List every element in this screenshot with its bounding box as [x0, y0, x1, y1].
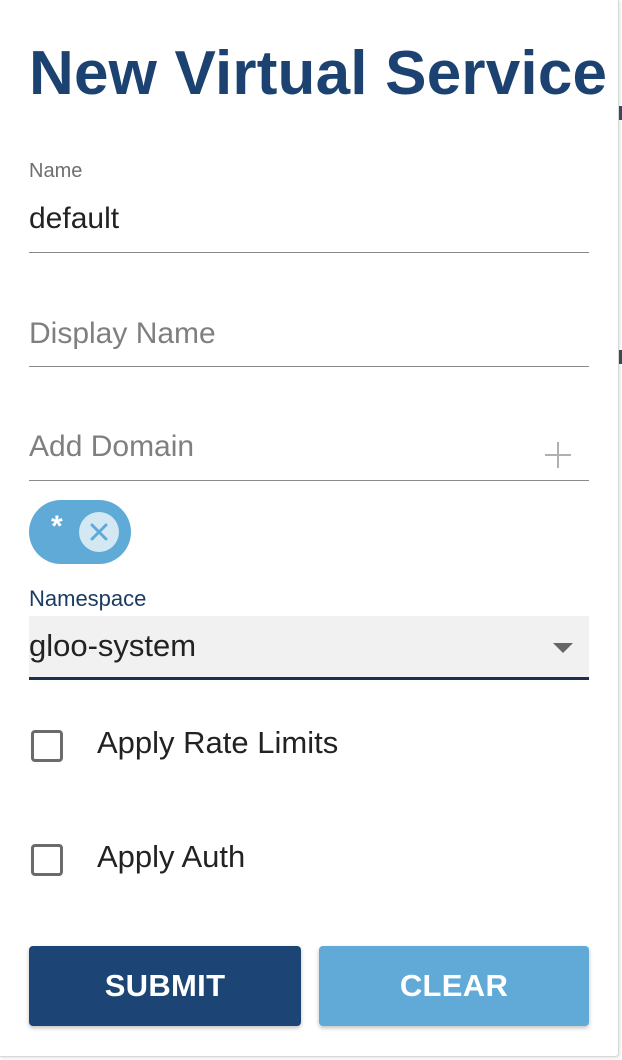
domain-chip: * [29, 500, 131, 564]
name-label: Name [29, 160, 83, 182]
domain-chip-label: * [51, 510, 63, 543]
apply-rate-limits-checkbox[interactable] [31, 730, 63, 762]
namespace-select[interactable]: gloo-system [29, 616, 589, 680]
apply-rate-limits-label: Apply Rate Limits [97, 725, 339, 760]
namespace-selected-value: gloo-system [29, 628, 197, 663]
apply-auth-label: Apply Auth [97, 839, 246, 874]
apply-auth-checkbox[interactable] [31, 844, 63, 876]
clear-button[interactable]: CLEAR [319, 946, 589, 1026]
add-domain-underline [29, 480, 589, 481]
add-domain-input[interactable]: Add Domain [29, 430, 194, 464]
namespace-label: Namespace [29, 586, 147, 611]
caret-down-icon [553, 643, 573, 653]
add-domain-field[interactable]: Add Domain [29, 428, 589, 484]
display-name-underline [29, 366, 589, 367]
close-icon[interactable] [79, 512, 119, 552]
page-title: New Virtual Service [29, 39, 608, 108]
apply-rate-limits-row[interactable]: Apply Rate Limits [30, 725, 530, 768]
display-name-field[interactable]: Display Name [29, 315, 589, 370]
submit-button[interactable]: SUBMIT [29, 946, 301, 1026]
apply-auth-row[interactable]: Apply Auth [30, 839, 530, 882]
plus-icon[interactable] [545, 442, 571, 468]
name-field[interactable]: Name default [29, 160, 589, 255]
display-name-input[interactable]: Display Name [29, 317, 216, 351]
name-input[interactable]: default [29, 202, 119, 236]
name-underline [29, 252, 589, 253]
new-virtual-service-card: New Virtual Service Name default Display… [0, 0, 622, 1057]
